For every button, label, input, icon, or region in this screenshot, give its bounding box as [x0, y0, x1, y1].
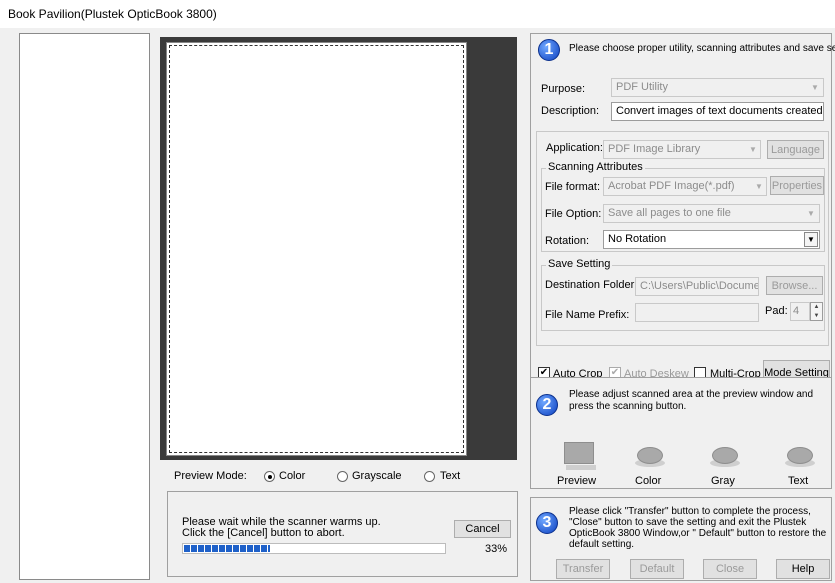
window-title: Book Pavilion(Plustek OpticBook 3800): [8, 7, 217, 21]
scan-area-selection[interactable]: [169, 45, 464, 453]
application-dropdown[interactable]: PDF Image Library: [603, 140, 761, 159]
rotation-dropdown-arrow-icon[interactable]: ▼: [804, 232, 818, 247]
preview-icon: [564, 442, 594, 464]
scanning-attributes-title: Scanning Attributes: [546, 161, 645, 173]
file-option-label: File Option:: [545, 208, 602, 220]
file-option-dropdown-arrow-icon[interactable]: ▼: [804, 206, 818, 221]
application-dropdown-arrow-icon[interactable]: ▼: [746, 142, 760, 157]
rotation-dropdown[interactable]: No Rotation: [603, 230, 820, 249]
radio-grayscale-label: Grayscale: [352, 470, 402, 482]
preview-scan-button[interactable]: [558, 437, 598, 477]
rotation-label: Rotation:: [545, 235, 590, 247]
file-option-dropdown[interactable]: Save all pages to one file: [603, 204, 820, 223]
gray-scan-label: Gray: [711, 475, 735, 487]
transfer-button[interactable]: Transfer: [556, 559, 610, 579]
properties-button[interactable]: Properties: [770, 176, 824, 195]
radio-color[interactable]: [264, 471, 275, 482]
step3-instruction: Please click "Transfer" button to comple…: [569, 506, 827, 550]
description-label: Description:: [541, 105, 600, 117]
file-format-dropdown-arrow-icon[interactable]: ▼: [752, 179, 766, 194]
text-scan-label: Text: [788, 475, 809, 487]
radio-color-label: Color: [279, 470, 306, 482]
file-name-prefix-label: File Name Prefix:: [545, 309, 630, 321]
step1-icon: 1: [538, 39, 560, 61]
title-bar: Book Pavilion(Plustek OpticBook 3800): [0, 0, 835, 28]
step2-icon: 2: [536, 394, 558, 416]
gray-scan-icon: [712, 447, 738, 464]
default-button[interactable]: Default: [630, 559, 684, 579]
status-line-2: Click the [Cancel] button to abort.: [182, 527, 345, 539]
step3-icon: 3: [536, 512, 558, 534]
help-button[interactable]: Help: [776, 559, 830, 579]
description-field[interactable]: Convert images of text documents created…: [611, 102, 824, 121]
pad-label: Pad:: [765, 305, 788, 317]
destination-folder-field[interactable]: C:\Users\Public\Document: [635, 277, 759, 296]
step1-instruction: Please choose proper utility, scanning a…: [569, 43, 835, 54]
purpose-label: Purpose:: [541, 83, 586, 95]
purpose-dropdown-arrow-icon[interactable]: ▼: [808, 80, 822, 95]
purpose-dropdown[interactable]: PDF Utility: [611, 78, 824, 97]
file-format-label: File format:: [545, 181, 601, 193]
text-scan-button[interactable]: [780, 437, 820, 477]
file-name-prefix-field[interactable]: [635, 303, 759, 322]
color-scan-icon: [637, 447, 663, 464]
text-scan-icon: [787, 447, 813, 464]
step2-instruction: Please adjust scanned area at the previe…: [569, 389, 814, 412]
radio-text-label: Text: [440, 470, 461, 482]
file-format-dropdown[interactable]: Acrobat PDF Image(*.pdf): [603, 177, 767, 196]
browse-button[interactable]: Browse...: [766, 276, 823, 295]
radio-grayscale[interactable]: [337, 471, 348, 482]
preview-mode-label: Preview Mode:: [174, 470, 247, 482]
language-button[interactable]: Language: [767, 140, 824, 159]
radio-text[interactable]: [424, 471, 435, 482]
destination-folder-label: Destination Folder:: [545, 279, 638, 291]
pad-field[interactable]: 4: [790, 302, 810, 321]
color-scan-label: Color: [635, 475, 662, 487]
thumbnail-panel[interactable]: [19, 33, 150, 580]
gray-scan-button[interactable]: [705, 437, 745, 477]
cancel-button[interactable]: Cancel: [454, 520, 511, 538]
application-label: Application:: [546, 142, 603, 154]
save-setting-title: Save Setting: [546, 258, 613, 270]
pad-spinner-icon[interactable]: ▲ ▼: [810, 302, 823, 321]
color-scan-button[interactable]: [630, 437, 670, 477]
preview-scan-label: Preview: [557, 475, 597, 487]
progress-fill: [184, 545, 270, 552]
close-button[interactable]: Close: [703, 559, 757, 579]
progress-percent: 33%: [485, 543, 508, 555]
